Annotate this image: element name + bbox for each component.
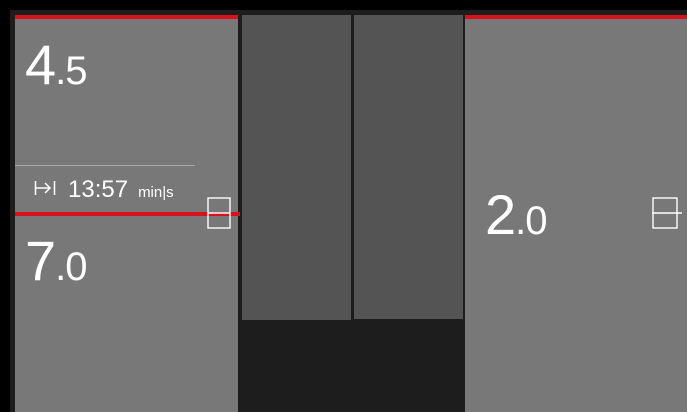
left-bezel	[0, 0, 10, 412]
center-panel-right[interactable]	[354, 15, 463, 319]
top-bezel	[0, 0, 687, 10]
center-panel-left[interactable]	[242, 15, 351, 320]
center-bottom-area	[238, 320, 465, 412]
timer-unit: min|s	[138, 184, 174, 201]
cooktop-zone-icon	[207, 197, 231, 229]
power-level-left-top[interactable]: 4.5	[25, 37, 88, 93]
power-level-decimal: .0	[55, 245, 87, 289]
power-level-right[interactable]: 2.0	[485, 187, 548, 243]
power-level-decimal: .0	[515, 199, 547, 243]
power-level-whole: 2	[485, 183, 516, 246]
power-level-whole: 4	[25, 33, 56, 96]
timer-end-icon	[34, 179, 58, 200]
timer-row[interactable]: 13:57 min|s	[34, 178, 174, 202]
active-indicator-left-top	[15, 15, 238, 19]
power-level-decimal: .5	[55, 49, 87, 93]
timer-value: 13:57	[68, 176, 129, 203]
zone-divider	[15, 165, 195, 166]
cooktop-screen: 4.5 13:57 min|s 7.0 2.0	[0, 0, 687, 412]
active-indicator-right	[465, 15, 687, 19]
power-level-whole: 7	[25, 229, 56, 292]
cooktop-zone-icon	[652, 197, 682, 229]
power-level-left-bottom[interactable]: 7.0	[25, 233, 88, 289]
